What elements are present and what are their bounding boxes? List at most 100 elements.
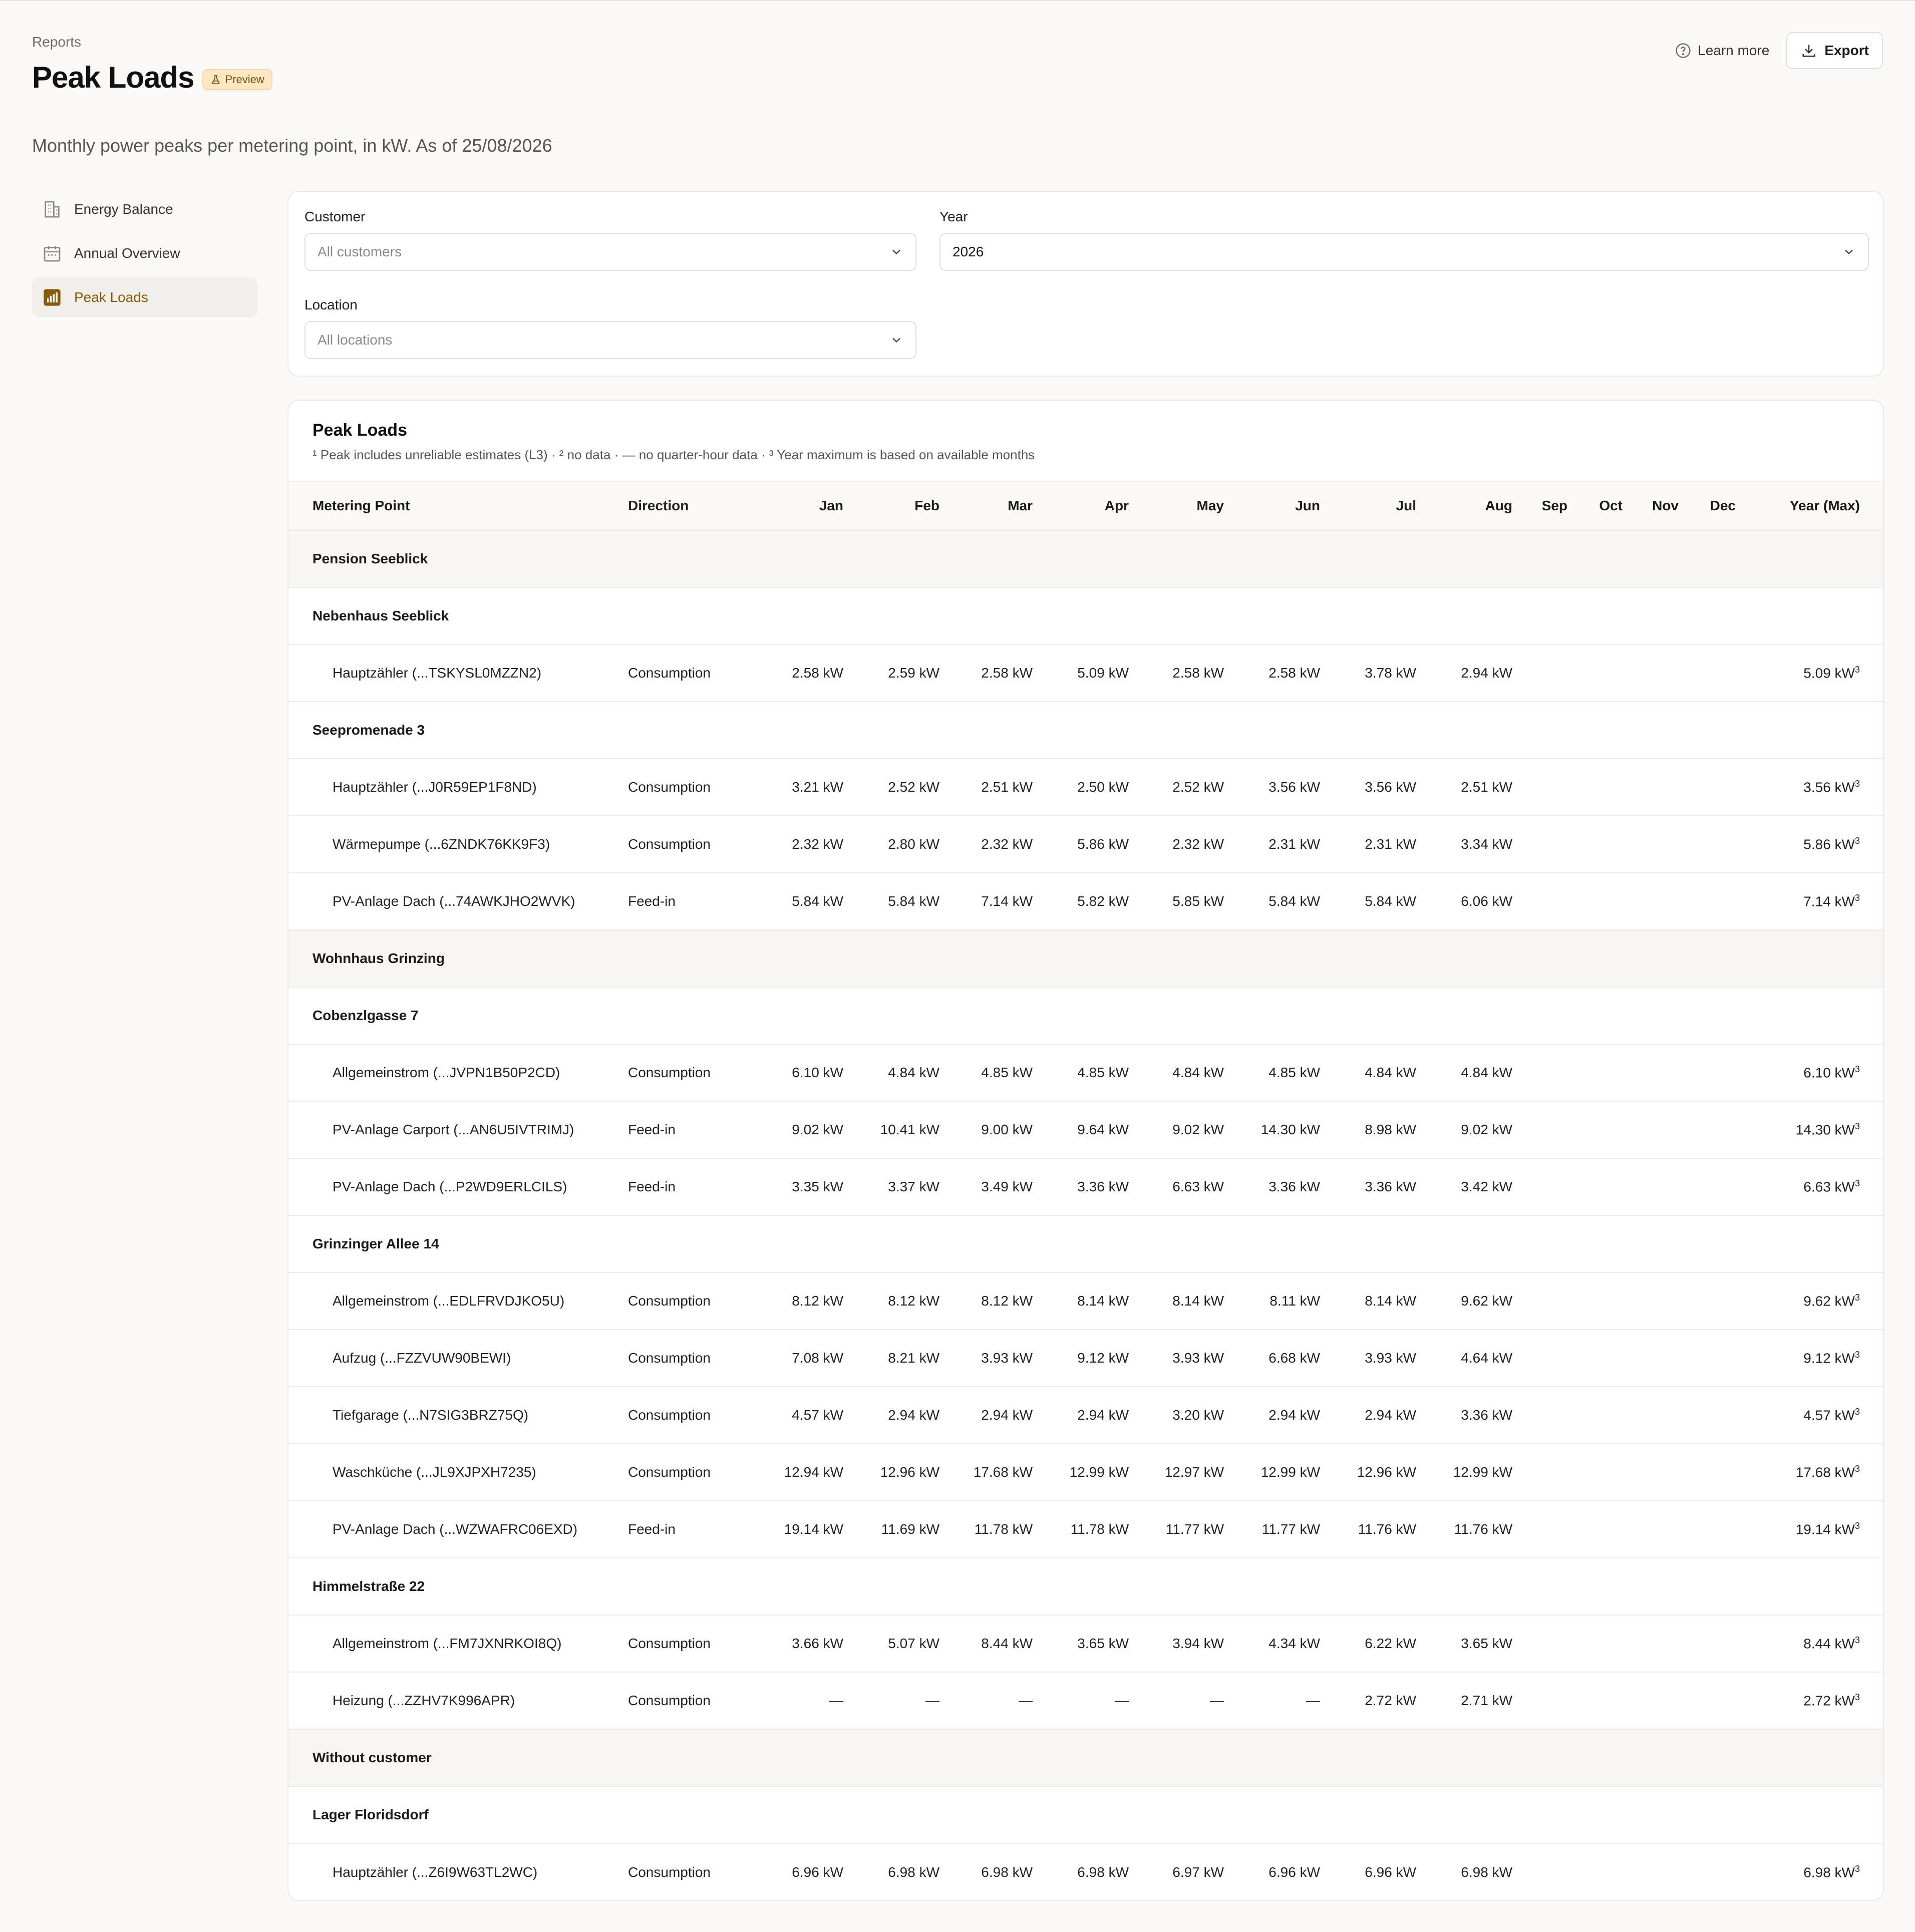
table-row: Tiefgarage (...N7SIG3BRZ75Q) Consumption 4… bbox=[288, 1386, 1883, 1444]
month-value-cell: 8.12 kW bbox=[954, 1272, 1048, 1330]
column-header[interactable]: Year (Max) bbox=[1751, 481, 1883, 530]
customer-select[interactable]: All customers bbox=[304, 233, 916, 271]
learn-more-link[interactable]: Learn more bbox=[1668, 33, 1776, 68]
month-value-cell: 8.44 kW bbox=[954, 1615, 1048, 1672]
location-select[interactable]: All locations bbox=[304, 321, 916, 359]
month-value-cell: — bbox=[1144, 1672, 1239, 1729]
month-value-cell: 2.58 kW bbox=[758, 644, 858, 702]
month-value-cell bbox=[1638, 1386, 1694, 1444]
metering-point-cell: Aufzug (...FZZVUW90BEWI) bbox=[288, 1329, 628, 1387]
column-header[interactable]: Nov bbox=[1638, 481, 1694, 530]
year-max-value: 5.86 kW bbox=[1803, 836, 1855, 852]
metering-point-cell: PV-Anlage Carport (...AN6U5IVTRIMJ) bbox=[288, 1101, 628, 1158]
month-value-cell: 10.41 kW bbox=[858, 1101, 954, 1158]
direction-cell: Consumption bbox=[628, 1443, 758, 1501]
top-border bbox=[0, 0, 1915, 1]
column-header[interactable]: Mar bbox=[954, 481, 1048, 530]
footnote-marker: 3 bbox=[1854, 1064, 1860, 1075]
month-value-cell: 9.64 kW bbox=[1048, 1101, 1144, 1158]
sidebar-item-peak-loads[interactable]: Peak Loads bbox=[32, 277, 257, 317]
month-value-cell: 9.62 kW bbox=[1431, 1272, 1527, 1330]
table-row: Hauptzähler (...Z6I9W63TL2WC) Consumption… bbox=[288, 1843, 1883, 1900]
breadcrumb[interactable]: Reports bbox=[32, 34, 81, 50]
sidebar-item-annual-overview[interactable]: Annual Overview bbox=[32, 233, 257, 273]
month-value-cell: 2.52 kW bbox=[1144, 758, 1239, 816]
location-group-row: Cobenzlgasse 7 bbox=[288, 987, 1883, 1044]
month-value-cell: 4.85 kW bbox=[954, 1044, 1048, 1101]
month-value-cell: 5.84 kW bbox=[1335, 872, 1431, 930]
month-value-cell: 9.02 kW bbox=[1144, 1101, 1239, 1158]
table-row: Wärmepumpe (...6ZNDK76KK9F3) Consumption 2… bbox=[288, 815, 1883, 873]
column-header[interactable]: Jul bbox=[1335, 481, 1431, 530]
footnote-marker: 3 bbox=[1854, 779, 1860, 789]
footnote-marker: 3 bbox=[1854, 665, 1860, 675]
footnote-marker: 3 bbox=[1854, 1178, 1860, 1189]
column-header[interactable]: Oct bbox=[1582, 481, 1638, 530]
month-value-cell: 11.77 kW bbox=[1144, 1500, 1239, 1558]
month-value-cell bbox=[1582, 1272, 1638, 1330]
year-max-cell: 14.30 kW3 bbox=[1751, 1101, 1883, 1158]
year-max-value: 2.72 kW bbox=[1803, 1693, 1855, 1709]
column-header[interactable]: Jan bbox=[758, 481, 858, 530]
location-group-row: Nebenhaus Seeblick bbox=[288, 587, 1883, 645]
month-value-cell: 3.35 kW bbox=[758, 1158, 858, 1215]
column-header[interactable]: Jun bbox=[1239, 481, 1335, 530]
month-value-cell: 8.21 kW bbox=[858, 1329, 954, 1387]
month-value-cell: 3.65 kW bbox=[1048, 1615, 1144, 1672]
metering-point-cell: Heizung (...ZZHV7K996APR) bbox=[288, 1672, 628, 1729]
table-title: Peak Loads bbox=[312, 421, 407, 440]
month-value-cell bbox=[1527, 1843, 1582, 1900]
month-value-cell: 6.10 kW bbox=[758, 1044, 858, 1101]
column-header[interactable]: Direction bbox=[628, 481, 758, 530]
month-value-cell bbox=[1527, 1500, 1582, 1558]
month-value-cell: 2.80 kW bbox=[858, 815, 954, 873]
month-value-cell: 12.96 kW bbox=[1335, 1443, 1431, 1501]
column-header[interactable]: Sep bbox=[1527, 481, 1582, 530]
month-value-cell bbox=[1582, 758, 1638, 816]
month-value-cell: 12.99 kW bbox=[1239, 1443, 1335, 1501]
month-value-cell: 3.42 kW bbox=[1431, 1158, 1527, 1215]
month-value-cell: 8.14 kW bbox=[1144, 1272, 1239, 1330]
learn-more-label: Learn more bbox=[1698, 43, 1770, 58]
direction-cell: Consumption bbox=[628, 1843, 758, 1900]
column-header[interactable]: Apr bbox=[1048, 481, 1144, 530]
month-value-cell: 9.02 kW bbox=[1431, 1101, 1527, 1158]
year-max-value: 3.56 kW bbox=[1803, 779, 1855, 795]
month-value-cell: 8.14 kW bbox=[1048, 1272, 1144, 1330]
customer-label: Pension Seeblick bbox=[288, 530, 1883, 587]
month-value-cell: 3.94 kW bbox=[1144, 1615, 1239, 1672]
column-header[interactable]: May bbox=[1144, 481, 1239, 530]
month-value-cell bbox=[1638, 1672, 1694, 1729]
customer-field: Customer All customers bbox=[304, 209, 916, 271]
month-value-cell: 11.78 kW bbox=[1048, 1500, 1144, 1558]
export-button[interactable]: Export bbox=[1786, 32, 1883, 69]
column-header[interactable]: Aug bbox=[1431, 481, 1527, 530]
month-value-cell bbox=[1638, 758, 1694, 816]
table-row: PV-Anlage Carport (...AN6U5IVTRIMJ) Feed-… bbox=[288, 1101, 1883, 1158]
month-value-cell bbox=[1527, 1158, 1582, 1215]
month-value-cell: 6.68 kW bbox=[1239, 1329, 1335, 1387]
month-value-cell: 12.99 kW bbox=[1048, 1443, 1144, 1501]
column-header[interactable]: Dec bbox=[1694, 481, 1751, 530]
month-value-cell bbox=[1694, 1329, 1751, 1387]
customer-group-row: Pension Seeblick bbox=[288, 530, 1883, 587]
sidebar-item-energy-balance[interactable]: Energy Balance bbox=[32, 189, 257, 229]
month-value-cell bbox=[1582, 1672, 1638, 1729]
table-row: Heizung (...ZZHV7K996APR) Consumption — — — —… bbox=[288, 1672, 1883, 1729]
month-value-cell: 2.32 kW bbox=[1144, 815, 1239, 873]
location-group-row: Lager Floridsdorf bbox=[288, 1786, 1883, 1843]
month-value-cell bbox=[1527, 1329, 1582, 1387]
year-max-value: 5.09 kW bbox=[1803, 665, 1855, 681]
month-value-cell bbox=[1527, 644, 1582, 702]
table-row: Hauptzähler (...TSKYSL0MZZN2) Consumption… bbox=[288, 644, 1883, 702]
filters-card: Customer All customers Year 2026 Locatio… bbox=[287, 191, 1884, 377]
column-header[interactable]: Metering Point bbox=[288, 481, 628, 530]
column-header[interactable]: Feb bbox=[858, 481, 954, 530]
year-select[interactable]: 2026 bbox=[939, 233, 1869, 271]
month-value-cell bbox=[1582, 1329, 1638, 1387]
table-footnote: ¹ Peak includes unreliable estimates (L3… bbox=[312, 447, 1035, 462]
year-max-value: 7.14 kW bbox=[1803, 893, 1855, 909]
metering-point-cell: Hauptzähler (...Z6I9W63TL2WC) bbox=[288, 1843, 628, 1900]
customer-group-row: Without customer bbox=[288, 1729, 1883, 1786]
month-value-cell bbox=[1582, 815, 1638, 873]
